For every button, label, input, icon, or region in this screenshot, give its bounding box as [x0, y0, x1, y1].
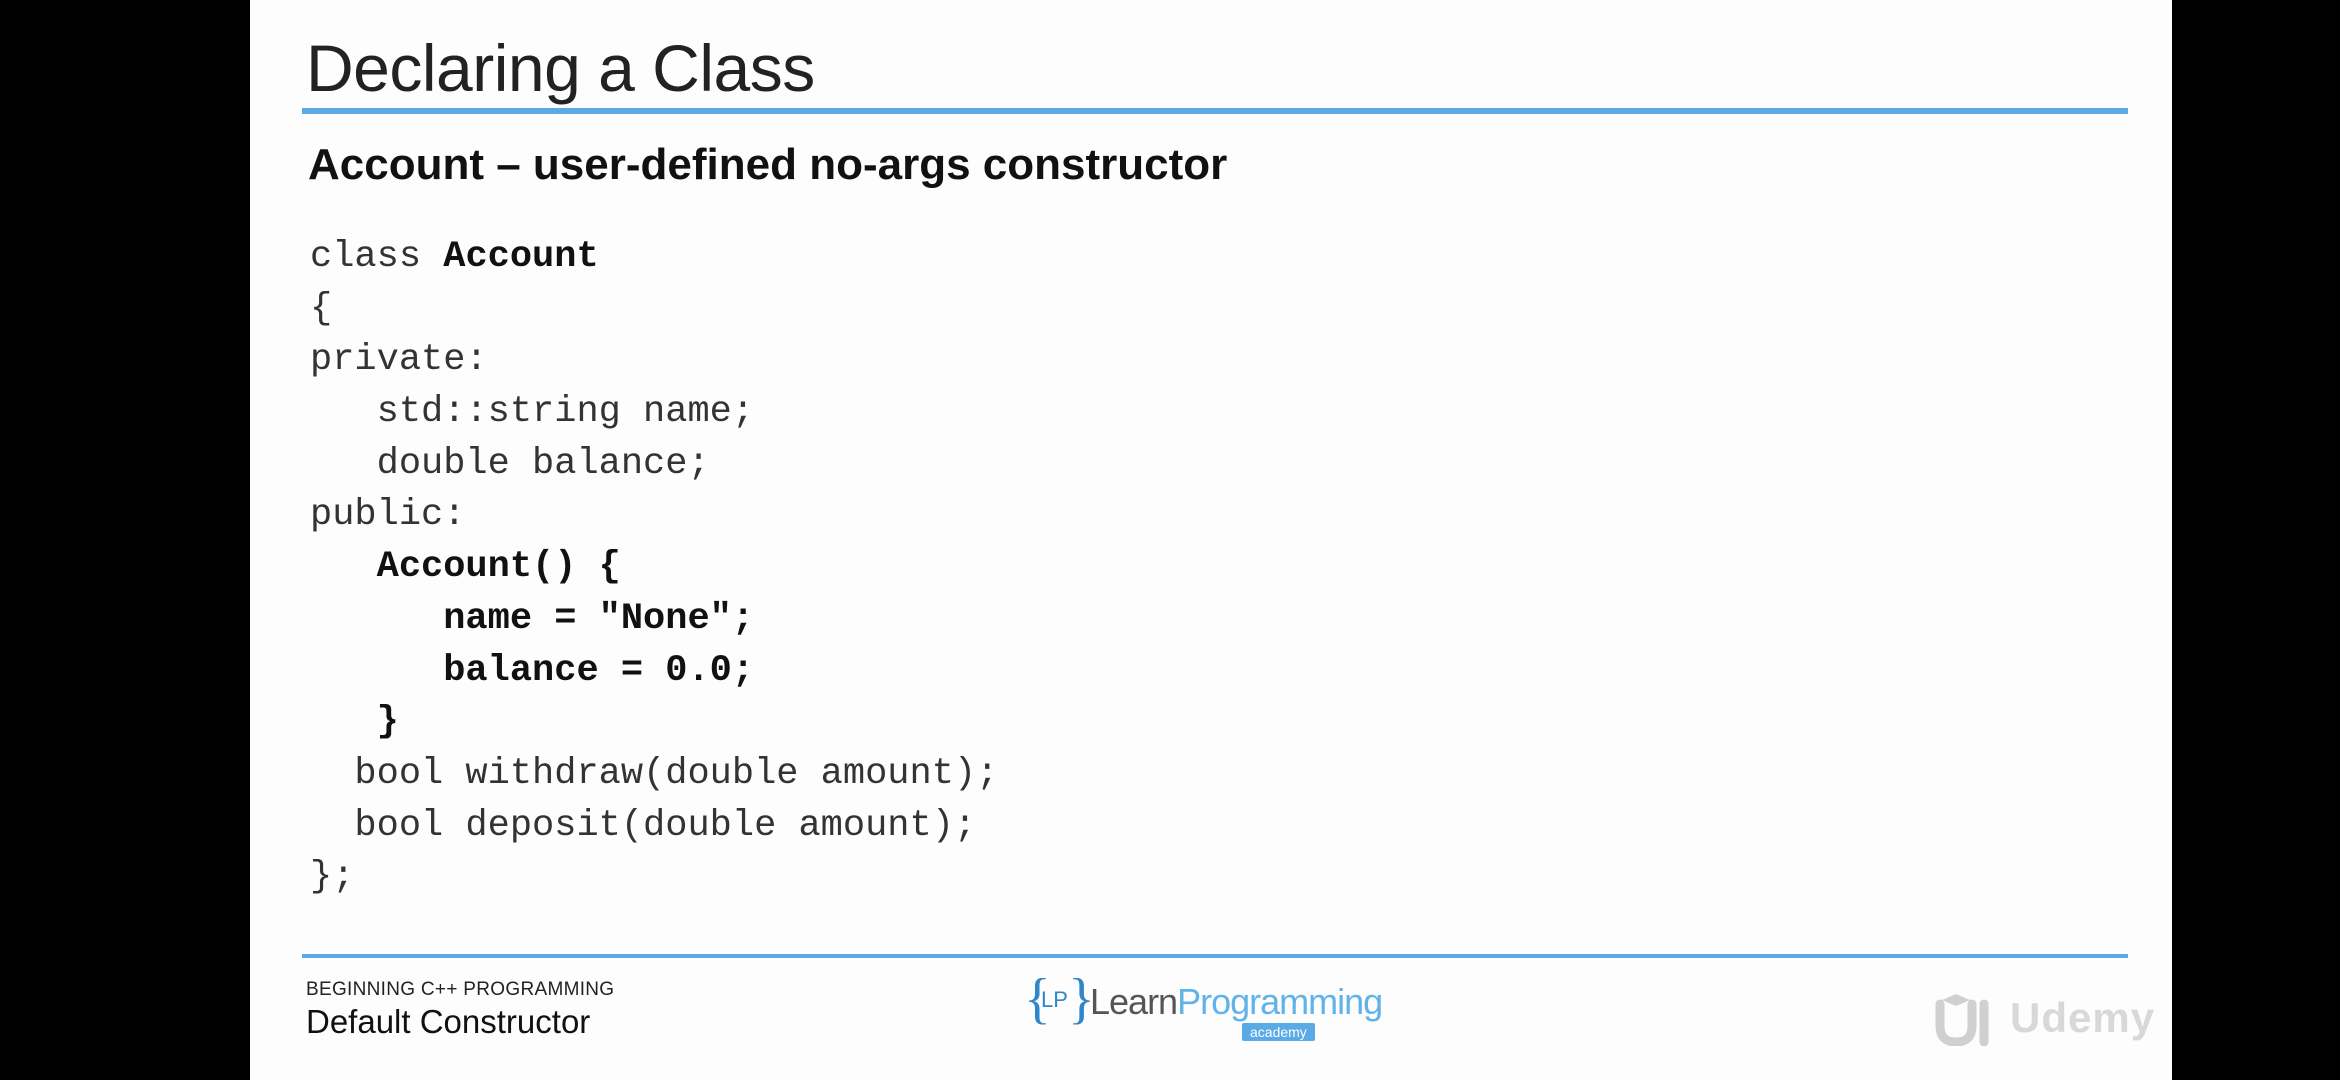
- code-line: bool deposit(double amount);: [310, 804, 977, 847]
- code-line: public:: [310, 494, 466, 537]
- udemy-logo-icon: [1935, 994, 1989, 1046]
- code-block: class Account { private: std::string nam…: [310, 232, 998, 904]
- slide: Declaring a Class Account – user-defined…: [250, 0, 2172, 1080]
- title-divider: [302, 108, 2128, 114]
- footer-course-name: BEGINNING C++ PROGRAMMING: [306, 979, 615, 1000]
- code-keyword: class: [310, 236, 444, 278]
- code-line: Account() {: [310, 542, 998, 594]
- code-line: };: [310, 856, 355, 899]
- logo-initials: LP: [1041, 987, 1068, 1012]
- udemy-watermark: Udemy: [1930, 990, 2170, 1050]
- footer-topic: Default Constructor: [306, 1003, 591, 1040]
- footer-divider: [302, 954, 2128, 958]
- code-line: double balance;: [310, 442, 710, 485]
- code-line: balance = 0.0;: [310, 646, 998, 698]
- code-bold: }: [310, 701, 399, 744]
- code-line: }: [310, 697, 998, 749]
- logo-wordmark: LearnProgramming: [1090, 981, 1383, 1023]
- code-class-name: Account: [443, 236, 599, 278]
- slide-title: Declaring a Class: [306, 31, 815, 105]
- code-line: name = "None";: [310, 594, 998, 646]
- code-line: class Account: [310, 232, 998, 284]
- logo-academy-badge: academy: [1242, 1023, 1315, 1041]
- udemy-wordmark: Udemy: [2010, 994, 2156, 1041]
- code-bold: Account() {: [310, 546, 621, 589]
- code-line: std::string name;: [310, 391, 755, 434]
- code-line: {: [310, 287, 333, 330]
- logo-word-programming: Programming: [1177, 981, 1383, 1022]
- code-bold: balance = 0.0;: [310, 649, 755, 692]
- code-line: private:: [310, 339, 488, 382]
- logo-word-learn: Learn: [1090, 981, 1178, 1022]
- learnprogramming-logo: { LP } LearnProgramming academy: [1024, 968, 1384, 1045]
- slide-subtitle: Account – user-defined no-args construct…: [308, 140, 1228, 189]
- code-bold: name = "None";: [310, 597, 755, 640]
- code-line: bool withdraw(double amount);: [310, 752, 999, 795]
